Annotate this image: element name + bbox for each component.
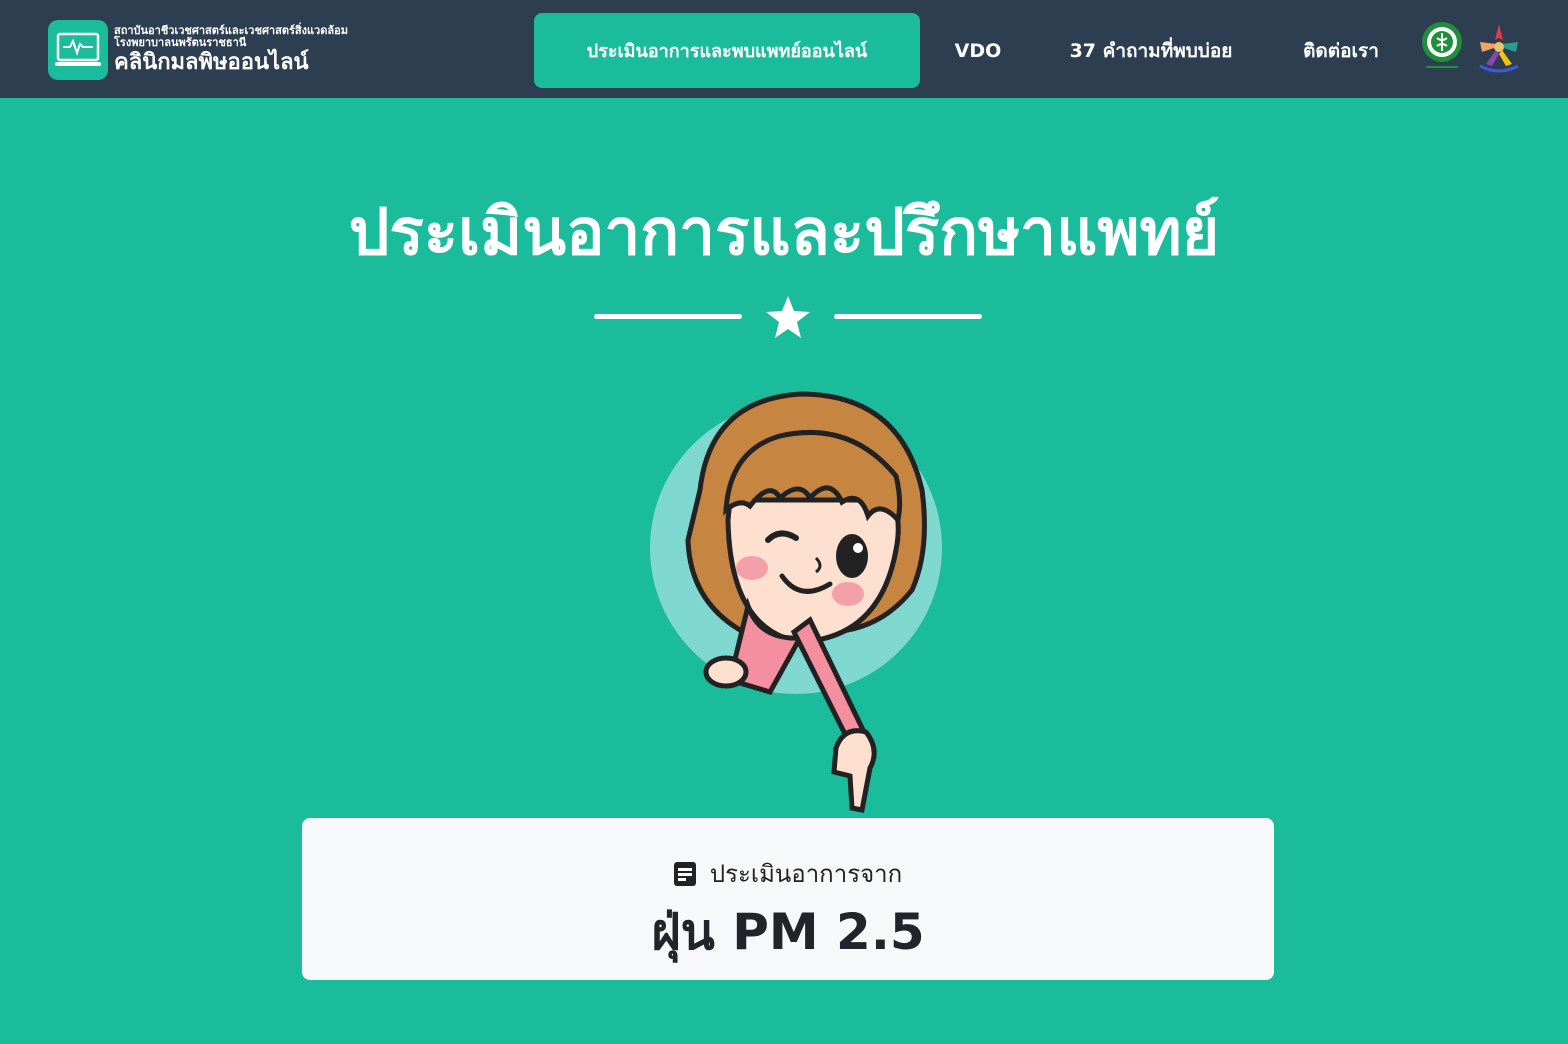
top-navbar: สถาบันอาชีวเวชศาสตร์และเวชศาสตร์สิ่งแวดล… [0,0,1568,98]
nopparat-hospital-logo [1472,20,1526,76]
ministry-of-public-health-logo [1420,20,1464,72]
brand-link[interactable]: สถาบันอาชีวเวชศาสตร์และเวชศาสตร์สิ่งแวดล… [48,20,348,80]
divider-line-right [834,314,982,319]
cartoon-girl-illustration [630,380,960,820]
star-icon [764,294,812,342]
page-title: ประเมินอาการและปรึกษาแพทย์ [348,196,1220,270]
card-title: ฝุ่น PM 2.5 [651,903,925,961]
nav-item-contact[interactable]: ติดต่อเรา [1296,13,1386,88]
divider-line-left [594,314,742,319]
brand-hospital-text: โรงพยาบาลนพรัตนราชธานี [114,35,247,49]
assessment-card[interactable]: ประเมินอาการจาก ฝุ่น PM 2.5 [302,818,1274,980]
nav-item-vdo[interactable]: VDO [952,13,1004,88]
nav-item-assessment[interactable]: ประเมินอาการและพบแพทย์ออนไลน์ [534,13,920,88]
card-subtitle: ประเมินอาการจาก [709,860,903,888]
document-icon [673,861,696,886]
nav-item-faq[interactable]: 37 คำถามที่พบบ่อย [1056,13,1246,88]
monitor-heartbeat-icon [48,20,108,80]
brand-name: คลินิกมลพิษออนไลน์ [114,50,309,75]
